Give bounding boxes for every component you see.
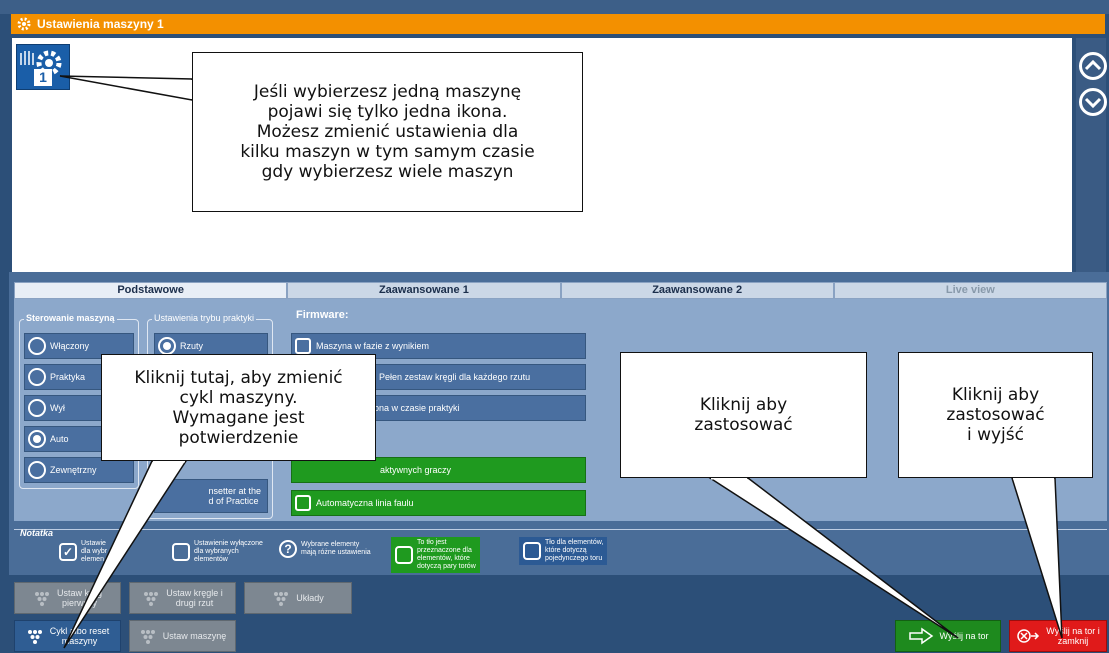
tab-basic[interactable]: Podstawowe (14, 282, 288, 299)
title-bar: Ustawienia maszyny 1 (11, 14, 1105, 34)
checkmark-icon: ✓ (59, 543, 77, 561)
callout-single-machine: Jeśli wybierzesz jedną maszynę pojawi si… (192, 52, 583, 212)
callout-apply: Kliknij aby zastosować (620, 352, 867, 478)
empty-box-icon (395, 546, 413, 564)
pins-icon (27, 630, 42, 644)
legend: Notatka ✓ Ustawie dla wybr elemen Ustawi… (14, 528, 1107, 573)
firmware-auto-foul-line[interactable]: Automatyczna linia faulu (291, 490, 586, 516)
cycle-reset-button[interactable]: Cykl albo reset maszyny (14, 620, 121, 652)
pins-icon (140, 630, 155, 644)
layouts-button[interactable]: Układy (244, 582, 352, 614)
set-pins-first-button[interactable]: Ustaw kręg pierwszy (14, 582, 121, 614)
set-machine-button[interactable]: Ustaw maszynę (129, 620, 236, 652)
radio-icon (28, 368, 46, 386)
empty-box-icon (523, 542, 541, 560)
radio-icon (28, 399, 46, 417)
checkbox-icon (295, 495, 311, 511)
chevron-up-icon (1084, 59, 1102, 71)
pins-icon (34, 592, 49, 606)
set-pins-second-button[interactable]: Ustaw kręgle i drugi rzut (129, 582, 236, 614)
close-send-icon (1017, 629, 1040, 643)
legend-disabled: Ustawienie wyłączone dla wybranych eleme… (172, 540, 263, 564)
arrow-right-icon (908, 627, 933, 645)
machine-scroll (1076, 38, 1107, 272)
settings-gear-icon (15, 16, 33, 32)
legend-lane-pair: To tło jest przeznaczone dla elementów, … (391, 537, 480, 573)
question-mark-icon: ? (279, 540, 297, 558)
empty-box-icon (172, 543, 190, 561)
tab-advanced-1[interactable]: Zaawansowane 1 (287, 282, 561, 299)
send-to-lane-button[interactable]: Wyślij na tor (895, 620, 1001, 652)
pins-icon (144, 592, 159, 606)
pins-icon (274, 592, 289, 606)
option-pinsetter-end-practice[interactable]: nsetter at the d of Practice (154, 479, 268, 513)
machine-control-title: Sterowanie maszyną (24, 313, 117, 323)
send-and-close-button[interactable]: Wyślij na tor i zamknij (1009, 620, 1107, 652)
tab-live-view[interactable]: Live view (833, 282, 1107, 299)
legend-enabled: ✓ Ustawie dla wybr elemen (59, 540, 107, 564)
scroll-down-button[interactable] (1079, 88, 1107, 116)
legend-mixed: ? Wybrane elementy mają różne ustawienia (279, 540, 371, 558)
tab-bar: Podstawowe Zaawansowane 1 Zaawansowane 2… (14, 282, 1107, 299)
scroll-up-button[interactable] (1079, 52, 1107, 80)
callout-apply-exit: Kliknij aby zastosować i wyjść (898, 352, 1093, 478)
legend-title: Notatka (20, 528, 54, 538)
firmware-label: Firmware: (296, 309, 349, 321)
window-title: Ustawienia maszyny 1 (37, 17, 164, 31)
chevron-down-icon (1084, 97, 1102, 109)
machine-icon[interactable]: 1 (16, 44, 70, 90)
tab-advanced-2[interactable]: Zaawansowane 2 (560, 282, 834, 299)
checkbox-icon (295, 338, 311, 354)
radio-selected-icon (28, 430, 46, 448)
legend-single-lane: Tło dla elementów, które dotyczą pojedyn… (519, 537, 608, 565)
callout-cycle-machine: Kliknij tutaj, aby zmienić cykl maszyny.… (101, 354, 376, 461)
top-strip (0, 0, 1109, 14)
practice-mode-title: Ustawienia trybu praktyki (152, 313, 257, 323)
radio-icon (28, 461, 46, 479)
radio-selected-icon (158, 337, 176, 355)
machine-number: 1 (34, 69, 52, 86)
radio-icon (28, 337, 46, 355)
